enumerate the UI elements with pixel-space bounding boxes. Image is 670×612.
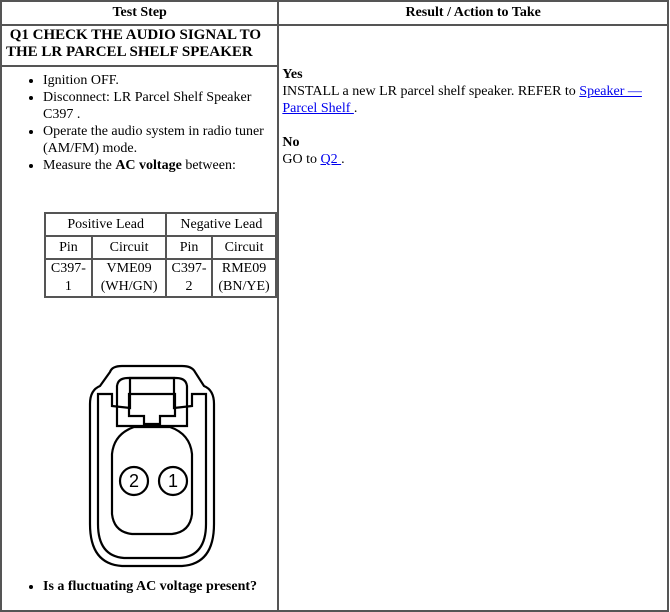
step-instructions: Ignition OFF. Disconnect: LR Parcel Shel…	[0, 65, 280, 612]
bullet-ignition: Ignition OFF.	[43, 72, 277, 89]
question-list: Is a fluctuating AC voltage present?	[2, 578, 257, 595]
circuit-header-positive: Circuit	[90, 235, 168, 260]
negative-circuit: RME09 (BN/YE)	[210, 258, 278, 298]
pin-header-negative: Pin	[165, 235, 213, 260]
yes-action: INSTALL a new LR parcel shelf speaker. R…	[282, 83, 667, 117]
positive-circuit: VME09 (WH/GN)	[90, 258, 168, 298]
positive-lead-header: Positive Lead	[43, 212, 168, 237]
step-title-text: Q1 CHECK THE AUDIO SIGNAL TO THE LR PARC…	[6, 27, 262, 60]
q2-link[interactable]: Q2	[320, 152, 341, 167]
measure-suffix: between:	[181, 158, 236, 173]
header-test-step: Test Step	[0, 0, 280, 26]
connector-pin-cavity	[110, 425, 194, 536]
no-action-text: GO to	[282, 152, 321, 167]
bullet-measure: Measure the AC voltage between:	[43, 157, 277, 174]
question-fluctuating-ac: Is a fluctuating AC voltage present?	[43, 578, 257, 595]
pin-circuit-table: Positive Lead Negative Lead Pin Circuit …	[43, 212, 278, 298]
no-end: .	[341, 152, 345, 167]
negative-pin: C397- 2	[165, 258, 213, 298]
connector-inner-shell	[96, 376, 208, 560]
pin-1-label: 1	[168, 471, 178, 491]
measure-bold: AC voltage	[115, 158, 182, 173]
step-bullet-list: Ignition OFF. Disconnect: LR Parcel Shel…	[2, 72, 277, 174]
bullet-operate: Operate the audio system in radio tuner …	[43, 123, 277, 157]
result-cell: Yes INSTALL a new LR parcel shelf speake…	[277, 24, 669, 612]
pin-2-label: 2	[129, 471, 139, 491]
yes-end: .	[353, 101, 358, 116]
connector-latch-inner	[127, 392, 177, 426]
positive-pin: C397- 1	[44, 258, 93, 298]
connector-face-diagram: 2 1	[88, 364, 216, 568]
step-title: Q1 CHECK THE AUDIO SIGNAL TO THE LR PARC…	[0, 24, 280, 67]
header-result-action: Result / Action to Take	[277, 0, 669, 26]
diagnostic-table: Test Step Result / Action to Take Q1 CHE…	[0, 0, 669, 612]
no-label: No	[282, 135, 300, 150]
connector-latch	[115, 376, 189, 428]
connector-outer-shell	[88, 364, 216, 568]
negative-lead-header: Negative Lead	[165, 212, 278, 237]
no-action: GO to Q2 .	[282, 151, 667, 168]
circuit-header-negative: Circuit	[210, 235, 278, 260]
yes-action-text: INSTALL a new LR parcel shelf speaker. R…	[282, 84, 580, 99]
pin-header-positive: Pin	[44, 235, 93, 260]
yes-label: Yes	[282, 67, 303, 82]
measure-prefix: Measure the	[43, 158, 116, 173]
bullet-disconnect: Disconnect: LR Parcel Shelf Speaker C397…	[43, 89, 277, 123]
